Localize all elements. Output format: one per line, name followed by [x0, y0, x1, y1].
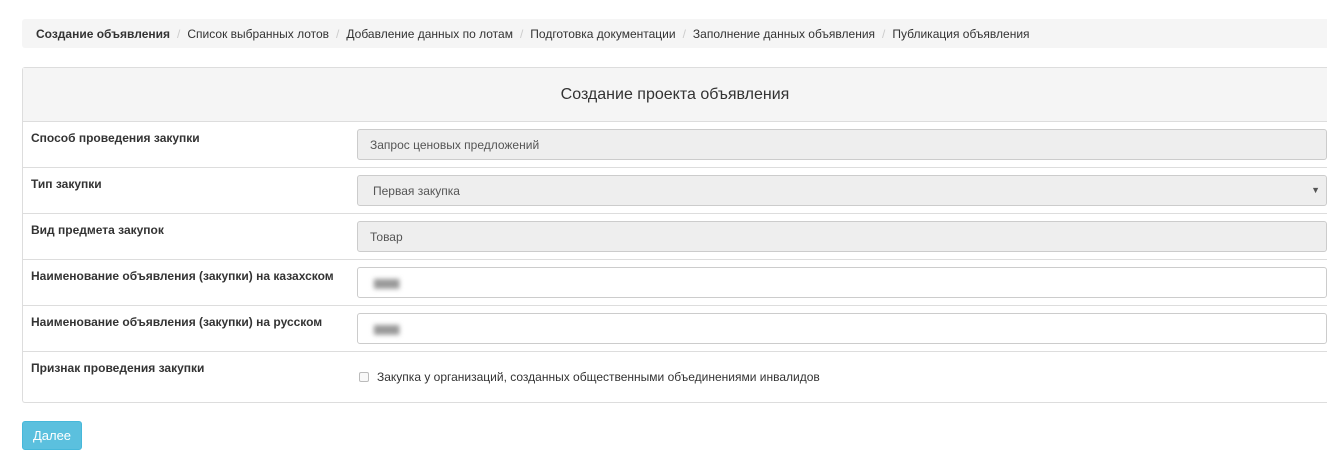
breadcrumb-item-documentation[interactable]: Подготовка документации	[530, 27, 675, 41]
name-kazakh-input[interactable]: ▆▆▆	[357, 267, 1327, 298]
breadcrumb: Создание объявления / Список выбранных л…	[22, 19, 1327, 48]
breadcrumb-item-selected-lots[interactable]: Список выбранных лотов	[187, 27, 329, 41]
subject-type-value: Товар	[370, 229, 403, 244]
breadcrumb-item-create-announcement[interactable]: Создание объявления	[36, 27, 170, 41]
procurement-method-label: Способ проведения закупки	[31, 131, 200, 145]
breadcrumb-separator: /	[177, 26, 181, 41]
chevron-down-icon: ▼	[1311, 185, 1320, 195]
name-russian-label: Наименование объявления (закупки) на рус…	[31, 315, 323, 329]
breadcrumb-separator: /	[682, 26, 686, 41]
procurement-type-select[interactable]: Первая закупка ▼	[357, 175, 1327, 206]
name-kazakh-label: Наименование объявления (закупки) на каз…	[31, 269, 334, 283]
name-russian-input[interactable]: ▆▆▆	[357, 313, 1327, 344]
procurement-method-value: Запрос ценовых предложений	[370, 137, 540, 152]
disabled-org-checkbox-label[interactable]: Закупка у организаций, созданных обществ…	[377, 370, 820, 384]
breadcrumb-item-lot-data[interactable]: Добавление данных по лотам	[346, 27, 513, 41]
procurement-type-value: Первая закупка	[373, 183, 460, 198]
procurement-feature-label: Признак проведения закупки	[31, 361, 205, 375]
breadcrumb-separator: /	[882, 26, 886, 41]
form-row-subject-type: Вид предмета закупок Товар	[23, 214, 1327, 260]
form-row-name-russian: Наименование объявления (закупки) на рус…	[23, 306, 1327, 352]
breadcrumb-item-publication[interactable]: Публикация объявления	[892, 27, 1029, 41]
breadcrumb-separator: /	[519, 26, 524, 41]
breadcrumb-item-announcement-data[interactable]: Заполнение данных объявления	[693, 27, 875, 41]
form-row-procurement-type: Тип закупки Первая закупка ▼	[23, 168, 1327, 214]
subject-type-field: Товар	[357, 221, 1327, 252]
announcement-form-panel: Создание проекта объявления Способ прове…	[22, 67, 1327, 403]
form-row-procurement-feature: Признак проведения закупки Закупка у орг…	[23, 352, 1327, 402]
redacted-text: ▆▆▆	[374, 323, 400, 335]
disabled-org-checkbox[interactable]	[359, 372, 369, 382]
disabled-org-checkbox-group[interactable]: Закупка у организаций, созданных обществ…	[359, 370, 820, 384]
form-row-procurement-method: Способ проведения закупки Запрос ценовых…	[23, 122, 1327, 168]
redacted-text: ▆▆▆	[374, 277, 400, 289]
procurement-method-field: Запрос ценовых предложений	[357, 129, 1327, 160]
breadcrumb-separator: /	[336, 26, 340, 41]
procurement-type-label: Тип закупки	[31, 177, 102, 191]
subject-type-label: Вид предмета закупок	[31, 223, 164, 237]
panel-title: Создание проекта объявления	[23, 68, 1327, 122]
next-button[interactable]: Далее	[22, 421, 82, 450]
form-row-name-kazakh: Наименование объявления (закупки) на каз…	[23, 260, 1327, 306]
